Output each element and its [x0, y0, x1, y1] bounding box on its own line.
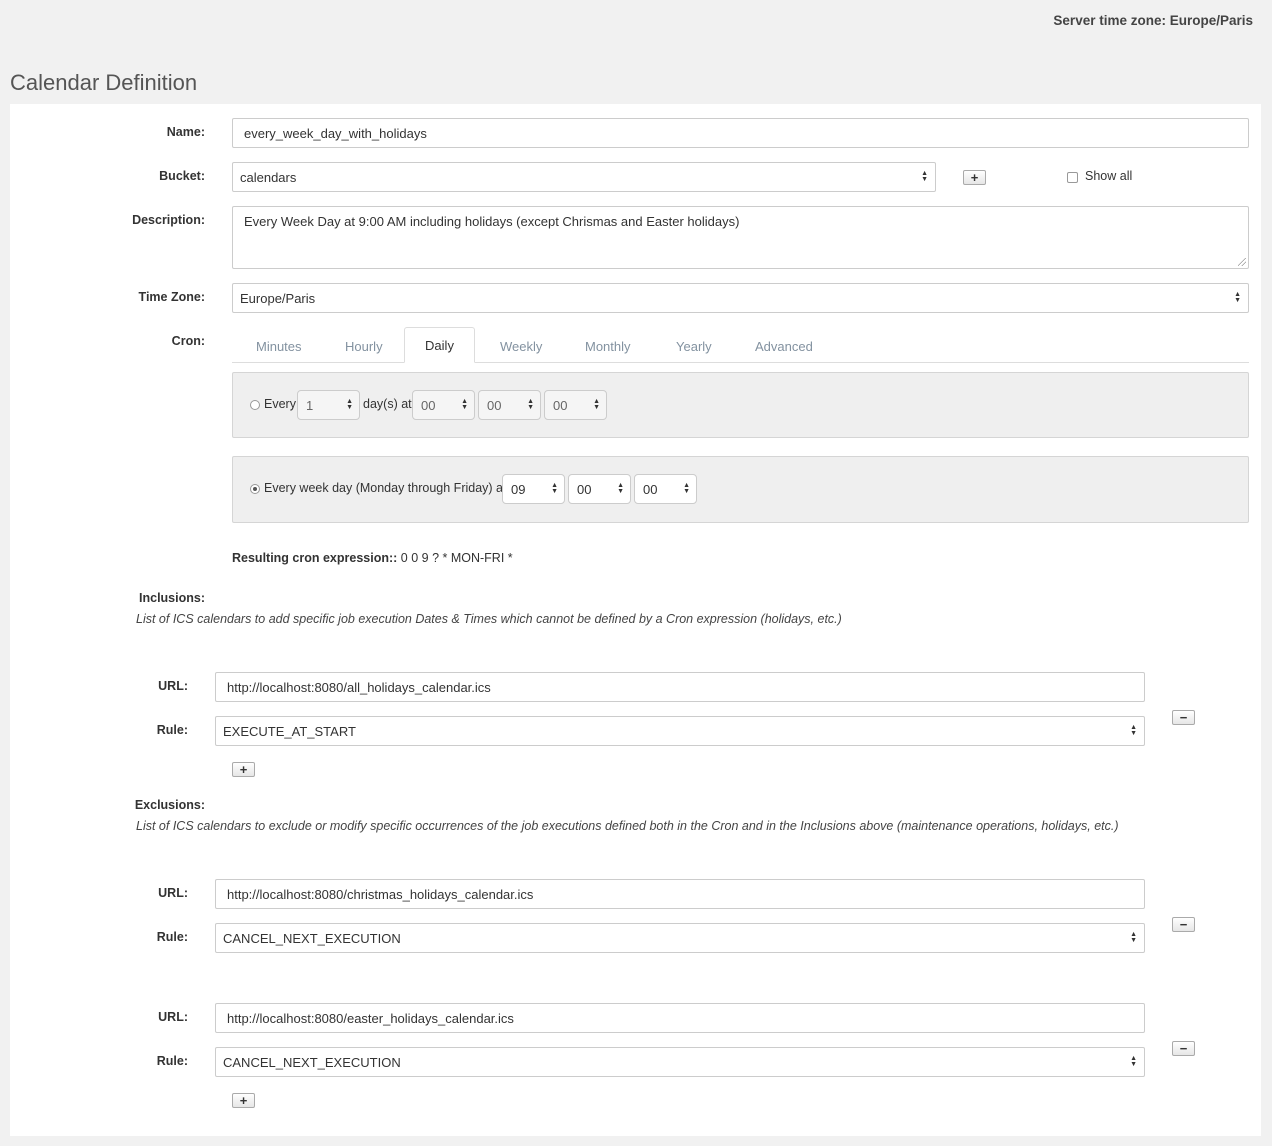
exclusions-description: List of ICS calendars to exclude or modi…	[136, 819, 1119, 833]
second-value: 00	[553, 397, 568, 413]
select-arrows-icon: ▲ ▼	[551, 482, 558, 495]
add-bucket-button[interactable]: +	[963, 170, 986, 185]
minute-select-option2[interactable]: 00 ▲ ▼	[568, 474, 631, 504]
radio-every-week-day[interactable]	[250, 484, 260, 494]
exclusion-url-input[interactable]: http://localhost:8080/easter_holidays_ca…	[215, 1003, 1145, 1033]
page-title: Calendar Definition	[10, 70, 198, 95]
tab-hourly[interactable]: Hourly	[335, 330, 393, 362]
tab-weekly[interactable]: Weekly	[490, 330, 552, 362]
select-arrows-icon: ▲ ▼	[617, 482, 624, 495]
bucket-label: Bucket:	[159, 169, 205, 183]
add-exclusion-button[interactable]: +	[232, 1093, 255, 1108]
server-time-zone: Server time zone: Europe/Paris	[1053, 13, 1253, 28]
name-input[interactable]: every_week_day_with_holidays	[232, 118, 1249, 148]
tabs-divider	[232, 362, 1249, 363]
days-at-label: day(s) at	[363, 397, 412, 411]
timezone-label: Time Zone:	[138, 290, 205, 304]
exclusions-title: Exclusions:	[134, 798, 205, 812]
select-arrows-icon: ▲ ▼	[461, 398, 468, 411]
exclusion-rule-label: Rule:	[156, 930, 188, 944]
select-arrows-icon: ▲ ▼	[527, 398, 534, 411]
inclusion-url-value: http://localhost:8080/all_holidays_calen…	[227, 679, 491, 695]
remove-exclusion-button[interactable]: −	[1172, 1041, 1195, 1056]
bucket-select[interactable]: calendars ▲ ▼	[232, 162, 936, 192]
inclusion-rule-select[interactable]: EXECUTE_AT_START ▲ ▼	[215, 716, 1145, 746]
select-arrows-icon: ▲ ▼	[1130, 724, 1137, 737]
select-arrows-icon: ▲ ▼	[346, 398, 353, 411]
exclusion-url-label: URL:	[158, 886, 188, 900]
resize-grip-icon[interactable]	[1238, 258, 1246, 266]
second-select-option1[interactable]: 00 ▲ ▼	[544, 390, 607, 420]
add-inclusion-button[interactable]: +	[232, 762, 255, 777]
exclusion-url-input[interactable]: http://localhost:8080/christmas_holidays…	[215, 879, 1145, 909]
timezone-select[interactable]: Europe/Paris ▲ ▼	[232, 283, 1249, 313]
plus-icon: +	[239, 1093, 248, 1108]
plus-icon: +	[970, 170, 979, 185]
every-week-day-label: Every week day (Monday through Friday) a…	[264, 481, 507, 495]
show-all-checkbox[interactable]	[1067, 172, 1078, 183]
exclusion-rule-value: CANCEL_NEXT_EXECUTION	[223, 930, 401, 946]
inclusions-description: List of ICS calendars to add specific jo…	[136, 612, 842, 626]
resulting-cron: Resulting cron expression:: 0 0 9 ? * MO…	[232, 551, 513, 565]
hour-value: 09	[511, 481, 526, 497]
second-select-option2[interactable]: 00 ▲ ▼	[634, 474, 697, 504]
exclusion-rule-select[interactable]: CANCEL_NEXT_EXECUTION ▲ ▼	[215, 1047, 1145, 1077]
minute-value: 00	[487, 397, 502, 413]
description-label: Description:	[132, 213, 205, 227]
hour-value: 00	[421, 397, 436, 413]
select-arrows-icon: ▲ ▼	[921, 170, 928, 183]
show-all-label: Show all	[1085, 169, 1133, 183]
exclusion-url-value: http://localhost:8080/easter_holidays_ca…	[227, 1010, 514, 1026]
description-value: Every Week Day at 9:00 AM including holi…	[244, 214, 740, 229]
tab-minutes[interactable]: Minutes	[246, 330, 312, 362]
inclusion-url-label: URL:	[158, 679, 188, 693]
minus-icon: −	[1179, 710, 1188, 725]
select-arrows-icon: ▲ ▼	[593, 398, 600, 411]
exclusion-rule-select[interactable]: CANCEL_NEXT_EXECUTION ▲ ▼	[215, 923, 1145, 953]
description-textarea[interactable]: Every Week Day at 9:00 AM including holi…	[232, 206, 1249, 269]
tab-yearly[interactable]: Yearly	[666, 330, 722, 362]
every-label: Every	[264, 397, 296, 411]
name-label: Name:	[166, 125, 205, 139]
plus-icon: +	[239, 762, 248, 777]
inclusion-rule-value: EXECUTE_AT_START	[223, 723, 356, 739]
resulting-cron-label: Resulting cron expression::	[232, 551, 398, 565]
minute-select-option1[interactable]: 00 ▲ ▼	[478, 390, 541, 420]
select-arrows-icon: ▲ ▼	[1130, 1055, 1137, 1068]
remove-inclusion-button[interactable]: −	[1172, 710, 1195, 725]
cron-label: Cron:	[171, 334, 205, 348]
timezone-select-value: Europe/Paris	[240, 290, 316, 306]
select-arrows-icon: ▲ ▼	[1234, 291, 1241, 304]
radio-every-n-days[interactable]	[250, 400, 260, 410]
days-interval-value: 1	[306, 397, 314, 413]
inclusions-title: Inclusions:	[139, 591, 205, 605]
inclusion-url-input[interactable]: http://localhost:8080/all_holidays_calen…	[215, 672, 1145, 702]
exclusion-rule-value: CANCEL_NEXT_EXECUTION	[223, 1054, 401, 1070]
exclusion-url-value: http://localhost:8080/christmas_holidays…	[227, 886, 534, 902]
minute-value: 00	[577, 481, 592, 497]
name-input-value: every_week_day_with_holidays	[244, 125, 427, 141]
select-arrows-icon: ▲ ▼	[683, 482, 690, 495]
exclusion-url-label: URL:	[158, 1010, 188, 1024]
inclusion-rule-label: Rule:	[156, 723, 188, 737]
minus-icon: −	[1179, 1041, 1188, 1056]
days-interval-select[interactable]: 1 ▲ ▼	[297, 390, 360, 420]
resulting-cron-value: 0 0 9 ? * MON-FRI *	[400, 551, 513, 565]
tab-daily[interactable]: Daily	[404, 327, 475, 363]
remove-exclusion-button[interactable]: −	[1172, 917, 1195, 932]
minus-icon: −	[1179, 917, 1188, 932]
radio-selected-dot	[253, 487, 257, 491]
second-value: 00	[643, 481, 658, 497]
hour-select-option2[interactable]: 09 ▲ ▼	[502, 474, 565, 504]
exclusion-rule-label: Rule:	[156, 1054, 188, 1068]
tab-advanced[interactable]: Advanced	[745, 330, 823, 362]
hour-select-option1[interactable]: 00 ▲ ▼	[412, 390, 475, 420]
bucket-select-value: calendars	[240, 169, 297, 185]
tab-monthly[interactable]: Monthly	[575, 330, 641, 362]
select-arrows-icon: ▲ ▼	[1130, 931, 1137, 944]
